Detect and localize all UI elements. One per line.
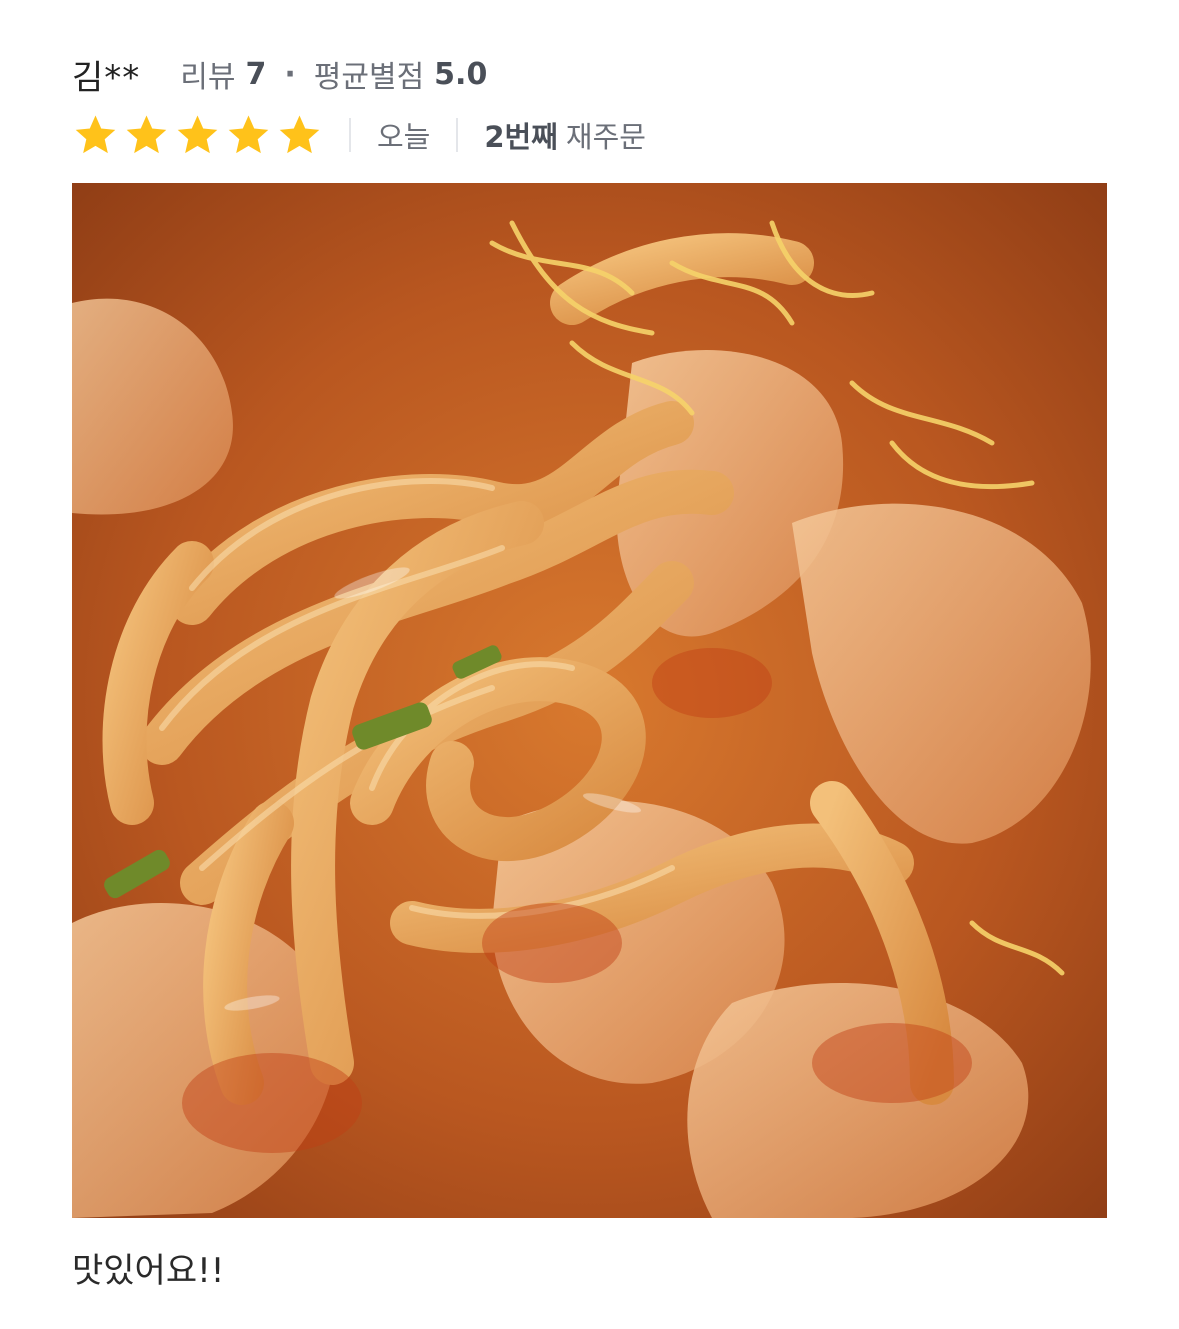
review-date: 오늘: [377, 120, 431, 154]
reviewer-name[interactable]: 김**: [72, 50, 140, 99]
star-icon: [75, 115, 116, 153]
review-count-label: 리뷰: [180, 60, 236, 95]
reviewer-header: 김** 리뷰 7 · 평균별점 5.0: [72, 48, 487, 100]
star-icon: [126, 115, 167, 153]
reorder-badge: 2번째 재주문: [484, 114, 646, 156]
food-photo-illustration: [72, 183, 1107, 1218]
divider: [349, 118, 351, 152]
star-rating: [72, 112, 323, 159]
star-icon: [228, 115, 269, 153]
food-photo[interactable]: [72, 183, 1107, 1218]
average-rating-label: 평균별점: [313, 60, 425, 95]
star-icon: [279, 115, 320, 153]
review-meta: 오늘 2번째 재주문: [72, 110, 646, 160]
reorder-label: 재주문: [565, 120, 646, 154]
stats-separator: ·: [284, 56, 296, 92]
divider: [456, 118, 459, 152]
review-count: 7: [245, 56, 267, 92]
reorder-count: 2번째: [484, 120, 558, 154]
review-text: 맛있어요!!: [72, 1251, 225, 1291]
reviewer-stats: 리뷰 7 · 평균별점 5.0: [180, 52, 487, 96]
average-rating: 5.0: [434, 56, 488, 92]
star-icon: [177, 115, 218, 153]
